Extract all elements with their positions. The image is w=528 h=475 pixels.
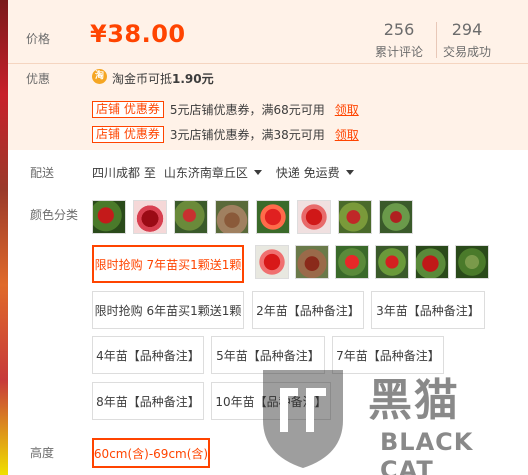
sales-count-label: 交易成功 xyxy=(442,45,491,59)
option[interactable]: 4年苗【品种备注】 xyxy=(92,336,204,374)
option[interactable]: 5年苗【品种备注】 xyxy=(211,336,325,374)
color-swatch[interactable] xyxy=(256,200,290,234)
claim-coupon-link[interactable]: 领取 xyxy=(335,101,359,118)
option[interactable]: 3年苗【品种备注】 xyxy=(371,291,485,329)
coin-deduction-text: 淘金币可抵1.90元 xyxy=(112,72,214,86)
sales-count-stat: 294 交易成功 xyxy=(432,20,502,60)
coupon-tag: 店铺 优惠券 xyxy=(92,100,164,118)
color-swatch[interactable] xyxy=(338,200,372,234)
coupon-desc: 5元店铺优惠券，满68元可用 xyxy=(169,102,325,117)
option[interactable]: 2年苗【品种备注】 xyxy=(252,291,364,329)
color-swatch[interactable] xyxy=(133,200,167,234)
ship-method-selector[interactable]: 快递 免运费 xyxy=(276,164,340,181)
color-swatch[interactable] xyxy=(415,245,449,279)
option-selected[interactable]: 限时抢购 7年苗买1颗送1颗 xyxy=(92,245,244,283)
ship-to-selector[interactable]: 山东济南章丘区 xyxy=(164,164,248,181)
review-count: 256 xyxy=(383,20,415,39)
color-swatch[interactable] xyxy=(297,200,331,234)
color-swatch[interactable] xyxy=(295,245,329,279)
color-swatch[interactable] xyxy=(375,245,409,279)
divider xyxy=(8,63,528,64)
color-swatch[interactable] xyxy=(215,200,249,234)
option[interactable]: 7年苗【品种备注】 xyxy=(332,336,444,374)
review-count-stat[interactable]: 256 累计评论 xyxy=(364,20,434,60)
promo-label: 优惠 xyxy=(26,72,51,86)
shipping-label: 配送 xyxy=(30,166,55,180)
chevron-down-icon[interactable] xyxy=(253,170,262,175)
option[interactable]: 8年苗【品种备注】 xyxy=(92,382,204,420)
option[interactable]: 限时抢购 6年苗买1颗送1颗 xyxy=(92,291,244,329)
coupon-row: 店铺 优惠券 3元店铺优惠券，满38元可用 领取 xyxy=(92,125,359,143)
price-value: ¥38.00 xyxy=(90,20,186,48)
color-swatch[interactable] xyxy=(455,245,489,279)
color-category-label: 颜色分类 xyxy=(30,208,79,222)
height-option-selected[interactable]: 60cm(含)-69cm(含) xyxy=(92,438,210,468)
coupon-desc: 3元店铺优惠券，满38元可用 xyxy=(169,127,325,142)
color-swatch[interactable] xyxy=(255,245,289,279)
color-swatch[interactable] xyxy=(174,200,208,234)
color-swatch[interactable] xyxy=(92,200,126,234)
claim-coupon-link[interactable]: 领取 xyxy=(335,126,359,143)
coupon-tag: 店铺 优惠券 xyxy=(92,125,164,143)
taobao-coin-icon: 淘 xyxy=(92,69,107,84)
height-label: 高度 xyxy=(30,446,55,460)
color-swatch[interactable] xyxy=(379,200,413,234)
option[interactable]: 10年苗【品种备注】 xyxy=(211,382,331,420)
shipping-info: 四川成都 至 山东济南章丘区 快递 免运费 xyxy=(92,164,360,181)
color-swatch[interactable] xyxy=(335,245,369,279)
coupon-row: 店铺 优惠券 5元店铺优惠券，满68元可用 领取 xyxy=(92,100,359,118)
price-label: 价格 xyxy=(26,32,51,46)
chevron-down-icon[interactable] xyxy=(345,170,354,175)
sales-count: 294 xyxy=(451,20,483,39)
review-count-label: 累计评论 xyxy=(374,45,423,59)
watermark-text-en: BLACK CAT xyxy=(380,428,474,475)
ship-from: 四川成都 至 xyxy=(92,166,156,180)
product-image-edge xyxy=(0,0,8,475)
